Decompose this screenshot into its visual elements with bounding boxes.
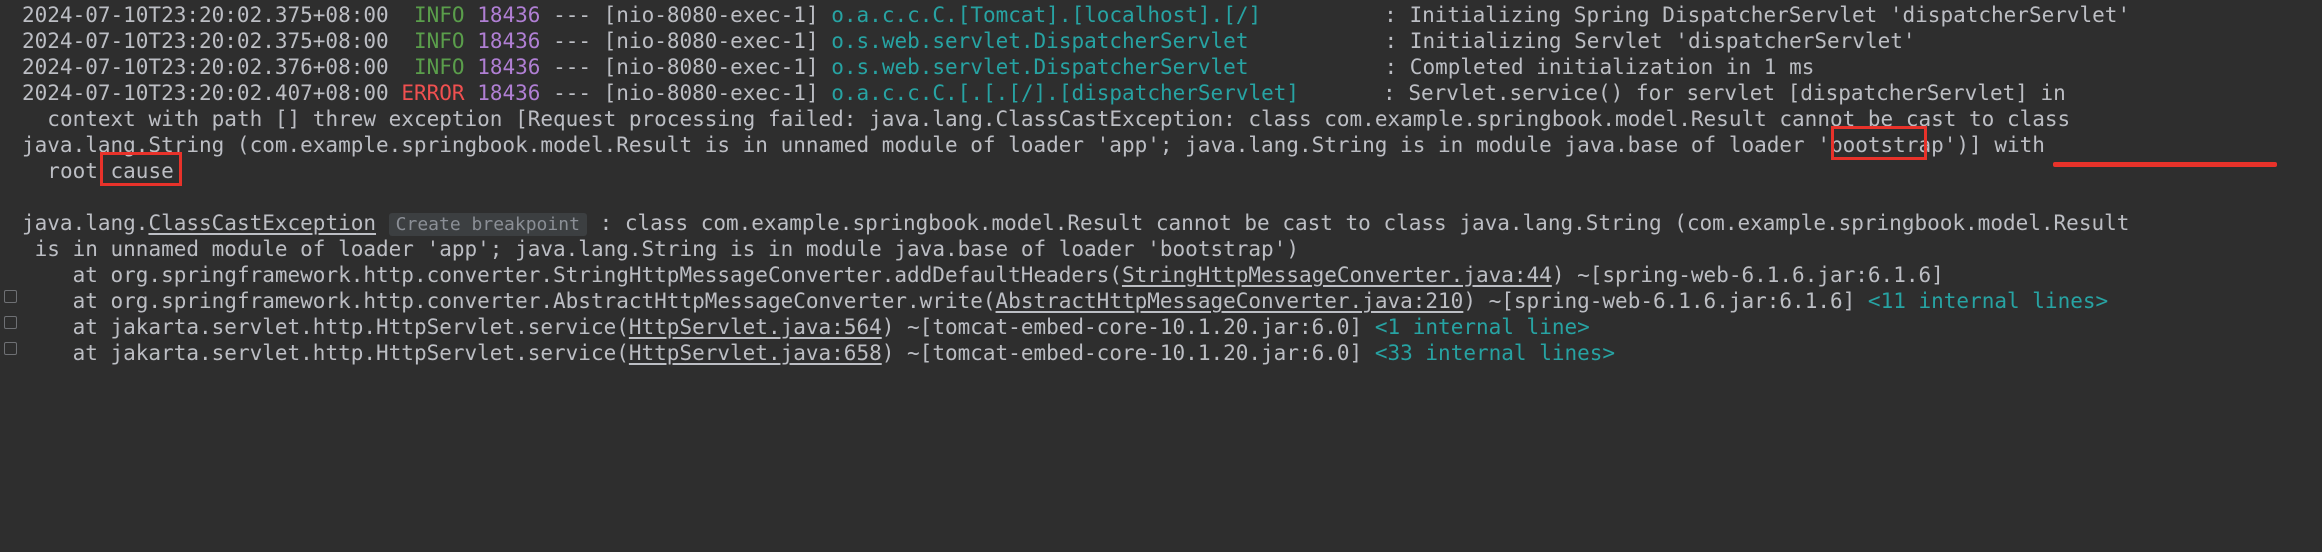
stack-frame-3[interactable]: at jakarta.servlet.http.HttpServlet.serv…: [0, 314, 2322, 340]
create-breakpoint-badge[interactable]: Create breakpoint: [388, 213, 587, 236]
frame-suffix: ) ~[spring-web-6.1.6.jar:6.1.6]: [1463, 289, 1856, 313]
log-message: Initializing Servlet 'dispatcherServlet': [1409, 29, 1916, 53]
log-colon: :: [1384, 29, 1398, 53]
log-colon: :: [1384, 3, 1397, 27]
log-message: Completed initialization in 1 ms: [1409, 55, 1815, 79]
log-line-3[interactable]: 2024-07-10T23:20:02.376+08:00 INFO 18436…: [0, 54, 2322, 80]
log-logger: o.s.web.servlet.DispatcherServlet: [831, 29, 1249, 53]
error-wrapped-text: context with path [] threw exception [Re…: [47, 107, 2071, 131]
log-line-4-wrap-2: java.lang.String (com.example.springbook…: [0, 132, 2322, 158]
log-thread: [nio-8080-exec-1]: [603, 3, 819, 27]
log-pid: 18436: [477, 3, 541, 27]
log-timestamp: 2024-07-10T23:20:02.375+08:00: [22, 29, 389, 53]
frame-prefix: at org.springframework.http.converter.Ab…: [72, 289, 996, 313]
frame-prefix: at org.springframework.http.converter.St…: [72, 263, 1122, 287]
log-timestamp: 2024-07-10T23:20:02.375+08:00: [22, 3, 389, 27]
exception-message-continuation: is in unnamed module of loader 'app'; ja…: [34, 237, 1299, 261]
log-logger: o.a.c.c.C.[Tomcat].[localhost].[/]: [831, 3, 1262, 27]
stack-frame-1[interactable]: at org.springframework.http.converter.St…: [0, 262, 2322, 288]
error-wrapped-text: java.lang.String (com.example.springbook…: [22, 133, 2045, 157]
log-separator: ---: [553, 3, 591, 27]
frame-suffix: ) ~[tomcat-embed-core-10.1.20.jar:6.0]: [881, 341, 1363, 365]
frame-suffix: ) ~[tomcat-embed-core-10.1.20.jar:6.0]: [881, 315, 1363, 339]
frame-source-link[interactable]: HttpServlet.java:658: [629, 341, 882, 365]
exception-class-link[interactable]: ClassCastException: [148, 211, 376, 235]
log-thread: [nio-8080-exec-1]: [603, 55, 819, 79]
frame-source-link[interactable]: HttpServlet.java:564: [629, 315, 882, 339]
frame-prefix: at jakarta.servlet.http.HttpServlet.serv…: [72, 315, 629, 339]
log-thread: [nio-8080-exec-1]: [603, 29, 819, 53]
log-pid: 18436: [477, 29, 541, 53]
internal-lines-fold-marker[interactable]: <33 internal lines>: [1375, 341, 1615, 365]
exception-colon: :: [599, 211, 613, 235]
log-timestamp: 2024-07-10T23:20:02.407+08:00: [22, 81, 389, 105]
exception-package: java.lang.: [22, 211, 149, 235]
log-line-4-wrap-1: context with path [] threw exception [Re…: [0, 106, 2322, 132]
console-log-panel[interactable]: 2024-07-10T23:20:02.375+08:00 INFO 18436…: [0, 0, 2322, 552]
log-colon: :: [1383, 81, 1396, 105]
stack-frame-2[interactable]: at org.springframework.http.converter.Ab…: [0, 288, 2322, 314]
log-line-4[interactable]: 2024-07-10T23:20:02.407+08:00 ERROR 1843…: [0, 80, 2322, 106]
frame-source-link[interactable]: AbstractHttpMessageConverter.java:210: [996, 289, 1464, 313]
log-pid: 18436: [477, 55, 541, 79]
log-timestamp: 2024-07-10T23:20:02.376+08:00: [22, 55, 389, 79]
exception-message: class com.example.springbook.model.Resul…: [624, 211, 2130, 235]
log-line-2[interactable]: 2024-07-10T23:20:02.375+08:00 INFO 18436…: [0, 28, 2322, 54]
log-level: ERROR: [401, 81, 465, 105]
log-line-1[interactable]: 2024-07-10T23:20:02.375+08:00 INFO 18436…: [0, 2, 2322, 28]
log-line-4-wrap-3: root cause: [0, 158, 2322, 184]
frame-prefix: at jakarta.servlet.http.HttpServlet.serv…: [72, 341, 629, 365]
frame-suffix: ) ~[spring-web-6.1.6.jar:6.1.6]: [1551, 263, 1944, 287]
internal-lines-fold-marker[interactable]: <11 internal lines>: [1868, 289, 2108, 313]
log-colon: :: [1384, 55, 1398, 79]
stack-frame-4[interactable]: at jakarta.servlet.http.HttpServlet.serv…: [0, 340, 2322, 366]
log-level: INFO: [413, 3, 465, 27]
log-message: Initializing Spring DispatcherServlet 'd…: [1409, 3, 2131, 27]
log-thread: [nio-8080-exec-1]: [603, 81, 819, 105]
frame-source-link[interactable]: StringHttpMessageConverter.java:44: [1122, 263, 1552, 287]
log-separator: ---: [553, 29, 591, 53]
log-logger: o.s.web.servlet.DispatcherServlet: [831, 55, 1249, 79]
stacktrace-header: java.lang.ClassCastException Create brea…: [0, 210, 2322, 236]
error-wrapped-text: root cause: [47, 159, 174, 183]
log-level: INFO: [413, 29, 465, 53]
log-pid: 18436: [477, 81, 541, 105]
internal-lines-fold-marker[interactable]: <1 internal line>: [1375, 315, 1590, 339]
log-separator: ---: [553, 55, 591, 79]
log-level: INFO: [413, 55, 465, 79]
log-separator: ---: [553, 81, 591, 105]
log-logger: o.a.c.c.C.[.[.[/].[dispatcherServlet]: [831, 81, 1300, 105]
stacktrace-header-continuation: is in unnamed module of loader 'app'; ja…: [0, 236, 2322, 262]
log-lines-container: 2024-07-10T23:20:02.375+08:00 INFO 18436…: [0, 0, 2322, 366]
log-message: Servlet.service() for servlet [dispatche…: [1408, 81, 2066, 105]
